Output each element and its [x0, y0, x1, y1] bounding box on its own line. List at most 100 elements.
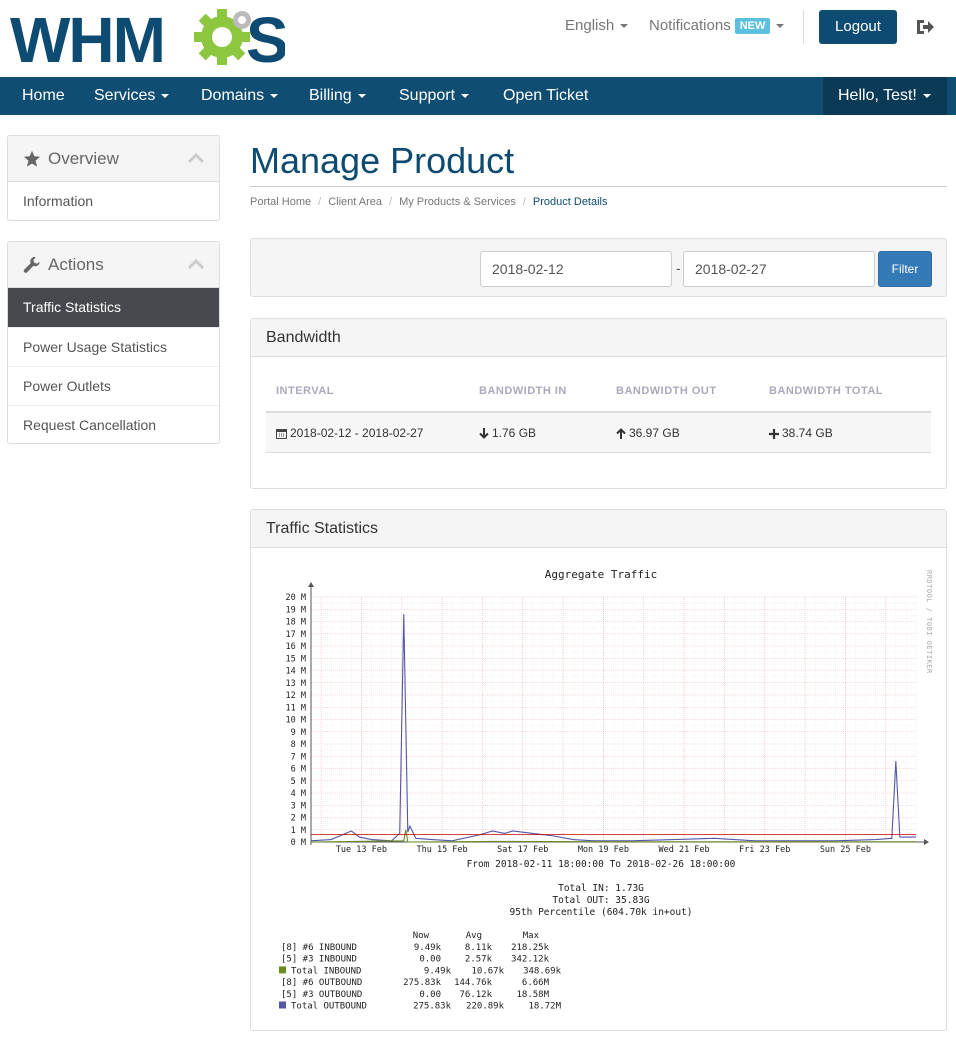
y-axis-arrow [308, 582, 314, 587]
legend-header: Now [413, 931, 430, 941]
x-tick-label: Fri 23 Feb [739, 845, 790, 855]
actions-title: Actions [48, 255, 104, 274]
sign-out-icon[interactable] [915, 17, 935, 37]
divider [803, 10, 804, 44]
legend-header: Max [523, 931, 540, 941]
sidebar-item-request-cancellation[interactable]: Request Cancellation [8, 405, 219, 444]
x-tick-label: Mon 19 Feb [578, 845, 629, 855]
nav-services[interactable]: Services [94, 77, 170, 115]
chevron-down-icon [461, 93, 470, 98]
actions-panel-header[interactable]: Actions [8, 242, 219, 288]
legend-now: 0.00 [419, 955, 441, 965]
star-icon [23, 150, 41, 167]
nav-support[interactable]: Support [399, 77, 470, 115]
rrdtool-label: RRDTOOL / TOBI OETIKER [925, 570, 933, 674]
sidebar-item-information[interactable]: Information [8, 182, 219, 221]
interval-cell: 2018-02-12 - 2018-02-27 [276, 426, 423, 440]
whmcs-logo[interactable]: WHM S [10, 6, 285, 68]
nav-domains-label: Domains [201, 87, 265, 104]
date-filter-bar: 2018-02-12 - 2018-02-27 Filter [250, 238, 947, 297]
x-tick-label: Tue 13 Feb [336, 845, 387, 855]
sidebar-item-traffic-statistics[interactable]: Traffic Statistics [8, 288, 219, 327]
legend-max: 348.69k [523, 966, 562, 976]
col-bandwidth-total: BANDWIDTH TOTAL [769, 385, 884, 397]
sidebar-item-power-outlets[interactable]: Power Outlets [8, 366, 219, 405]
arrow-up-icon [616, 428, 626, 439]
legend-max: 6.66M [522, 978, 550, 988]
bandwidth-panel: Bandwidth INTERVAL BANDWIDTH IN BANDWIDT… [250, 318, 947, 489]
nav-home[interactable]: Home [22, 77, 65, 115]
traffic-chart-svg: Aggregate Traffic RRDTOOL / TOBI OETIKER 0… [279, 568, 933, 1012]
svg-text:WHM: WHM [10, 6, 164, 68]
top-header: WHM S English Notifications NEW Logout [0, 0, 956, 77]
legend-now: 9.49k [424, 966, 452, 976]
wrench-icon [23, 256, 40, 273]
legend-swatch [279, 966, 286, 974]
nav-open-ticket-label: Open Ticket [503, 87, 589, 104]
date-from-input[interactable]: 2018-02-12 [480, 251, 672, 287]
nav-open-ticket[interactable]: Open Ticket [503, 77, 588, 115]
x-tick-label: Sat 17 Feb [497, 845, 548, 855]
interval-value: 2018-02-12 - 2018-02-27 [290, 426, 424, 440]
divider [250, 186, 947, 187]
x-axis-arrow [924, 839, 929, 845]
range-caption: From 2018-02-11 18:00:00 To 2018-02-26 1… [467, 859, 736, 870]
chevron-up-icon[interactable] [188, 152, 204, 164]
svg-text:S: S [246, 6, 285, 68]
col-bandwidth-in: BANDWIDTH IN [479, 385, 567, 397]
overview-panel: Overview Information [7, 135, 220, 221]
nav-billing[interactable]: Billing [309, 77, 366, 115]
bandwidth-in-value: 1.76 GB [492, 426, 537, 440]
chevron-down-icon [620, 24, 629, 29]
breadcrumb-product-details: Product Details [532, 196, 608, 208]
y-tick-label: 2 M [291, 814, 306, 824]
total-in: Total IN: 1.73G [558, 883, 644, 894]
legend-max: 342.12k [511, 955, 550, 965]
chevron-up-icon[interactable] [188, 258, 204, 270]
y-tick-label: 15 M [286, 654, 306, 664]
legend-now: 275.83k [413, 1002, 452, 1012]
date-to-input[interactable]: 2018-02-27 [683, 251, 875, 287]
chevron-down-icon [776, 24, 785, 29]
breadcrumb: Portal Home / Client Area / My Products & Se… [250, 196, 608, 208]
legend-header: Avg [466, 931, 482, 941]
notifications-dropdown[interactable]: Notifications NEW [649, 17, 785, 34]
y-tick-label: 0 M [291, 838, 306, 848]
aggregate-traffic-chart: Aggregate Traffic RRDTOOL / TOBI OETIKER 0… [261, 560, 941, 1030]
breadcrumb-my-products[interactable]: My Products & Services [399, 196, 516, 208]
y-tick-label: 6 M [291, 765, 306, 775]
calendar-icon [276, 429, 287, 439]
legend-max: 18.58M [516, 990, 549, 1000]
overview-panel-header[interactable]: Overview [8, 136, 219, 182]
legend-row-label: [8] #6 OUTBOUND [281, 978, 362, 988]
y-tick-label: 9 M [291, 728, 306, 738]
breadcrumb-portal-home[interactable]: Portal Home [250, 196, 311, 208]
y-tick-label: 5 M [291, 777, 306, 787]
chevron-down-icon [922, 93, 931, 98]
y-tick-label: 12 M [286, 691, 306, 701]
filter-button[interactable]: Filter [878, 251, 932, 287]
bandwidth-out-cell: 36.97 GB [616, 426, 680, 440]
plus-icon [769, 429, 779, 439]
legend-now: 9.49k [414, 943, 442, 953]
legend-now: 0.00 [419, 990, 441, 1000]
user-menu[interactable]: Hello, Test! [823, 77, 947, 115]
y-tick-label: 13 M [286, 679, 306, 689]
legend-now: 275.83k [403, 978, 442, 988]
language-dropdown[interactable]: English [565, 17, 629, 34]
date-separator: - [676, 260, 681, 276]
legend-swatch [279, 1001, 286, 1009]
breadcrumb-client-area[interactable]: Client Area [328, 196, 382, 208]
y-tick-label: 19 M [286, 605, 306, 615]
chevron-down-icon [357, 93, 366, 98]
nav-domains[interactable]: Domains [201, 77, 279, 115]
main-navbar: Home Services Domains Billing Support Op… [0, 77, 956, 115]
legend-max: 218.25k [511, 943, 550, 953]
legend-row-label: [5] #3 OUTBOUND [281, 990, 362, 1000]
actions-panel: Actions Traffic Statistics Power Usage S… [7, 241, 220, 444]
logout-button[interactable]: Logout [819, 10, 897, 44]
nav-services-label: Services [94, 87, 156, 104]
y-tick-label: 3 M [291, 801, 306, 811]
y-tick-label: 4 M [291, 789, 306, 799]
sidebar-item-power-usage-statistics[interactable]: Power Usage Statistics [8, 327, 219, 366]
